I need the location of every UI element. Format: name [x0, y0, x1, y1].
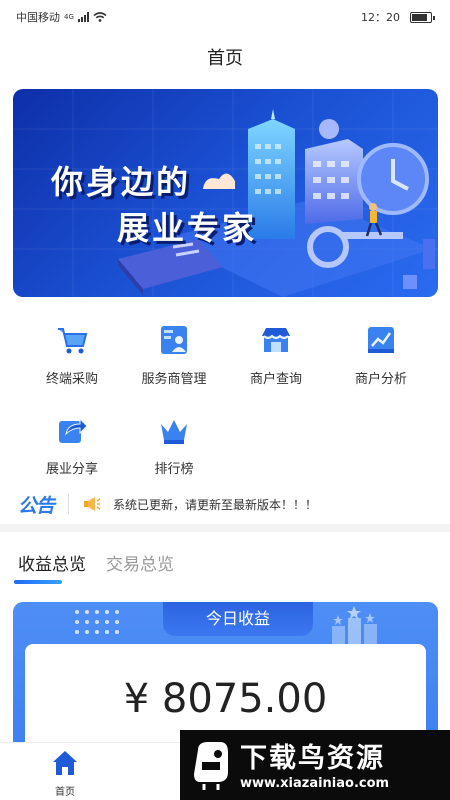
banner-headline-2: 展业专家	[117, 209, 258, 247]
network-label: 4G	[64, 13, 74, 21]
status-right: 12：20	[361, 9, 435, 25]
announcement-text: 系统已更新，请更新至最新版本！！！	[113, 497, 318, 512]
menu-item-leaderboard[interactable]: 排行榜	[119, 412, 229, 477]
banner-headline-1: 你身边的	[51, 163, 192, 201]
menu-item-business-share[interactable]: 展业分享	[17, 412, 127, 477]
tab-earnings-overview[interactable]: 收益总览	[18, 550, 86, 575]
nav-home-label: 首页	[55, 787, 75, 798]
menu-label: 服务商管理	[141, 372, 207, 387]
cart-icon	[58, 328, 88, 354]
watermark-overlay: 下载鸟资源 www.xiazainiao.com	[180, 730, 450, 800]
page-title: 首页	[207, 48, 243, 69]
menu-label: 展业分享	[45, 462, 98, 477]
announcement-logo: 公告	[18, 494, 55, 517]
menu-label: 排行榜	[154, 462, 194, 477]
watermark-url: www.xiazainiao.com	[240, 776, 390, 791]
overview-tabs: 收益总览 交易总览	[18, 550, 174, 575]
home-icon	[53, 751, 77, 775]
tab-transaction-overview[interactable]: 交易总览	[106, 550, 174, 575]
contact-card-icon	[161, 326, 187, 354]
bird-logo-icon	[194, 742, 228, 790]
divider	[68, 494, 70, 514]
battery-icon	[410, 11, 435, 23]
menu-label: 终端采购	[45, 372, 98, 387]
menu-item-provider-management[interactable]: 服务商管理	[119, 322, 229, 387]
crown-icon	[161, 420, 187, 444]
megaphone-icon	[84, 497, 101, 511]
menu-label: 商户分析	[354, 372, 407, 387]
promo-banner[interactable]: 你身边的 展业专家	[13, 89, 438, 297]
decor-dots	[75, 608, 125, 636]
menu-item-merchant-analysis[interactable]: 商户分析	[326, 322, 436, 387]
status-left: 中国移动 4G	[16, 9, 107, 25]
section-divider	[0, 524, 450, 532]
status-bar: 中国移动 4G 12：20	[0, 0, 450, 34]
storefront-icon	[262, 328, 290, 352]
earnings-amount: ¥ 8075.00	[123, 676, 328, 722]
menu-item-terminal-purchase[interactable]: 终端采购	[17, 322, 127, 387]
wifi-icon	[93, 12, 107, 22]
announcement-bar[interactable]: 公告 系统已更新，请更新至最新版本！！！	[0, 486, 450, 522]
nav-home[interactable]: 首页	[40, 749, 90, 798]
earnings-card-title: 今日收益	[163, 602, 313, 636]
podium-icon	[332, 606, 377, 644]
menu-item-merchant-query[interactable]: 商户查询	[221, 322, 331, 387]
signal-icon	[77, 12, 89, 22]
clock: 12：20	[361, 11, 400, 24]
carrier-label: 中国移动	[16, 11, 60, 24]
active-tab-indicator	[14, 580, 62, 584]
share-icon	[59, 417, 88, 443]
menu-label: 商户查询	[249, 372, 302, 387]
watermark-title: 下载鸟资源	[240, 743, 385, 774]
chart-icon	[368, 327, 394, 353]
